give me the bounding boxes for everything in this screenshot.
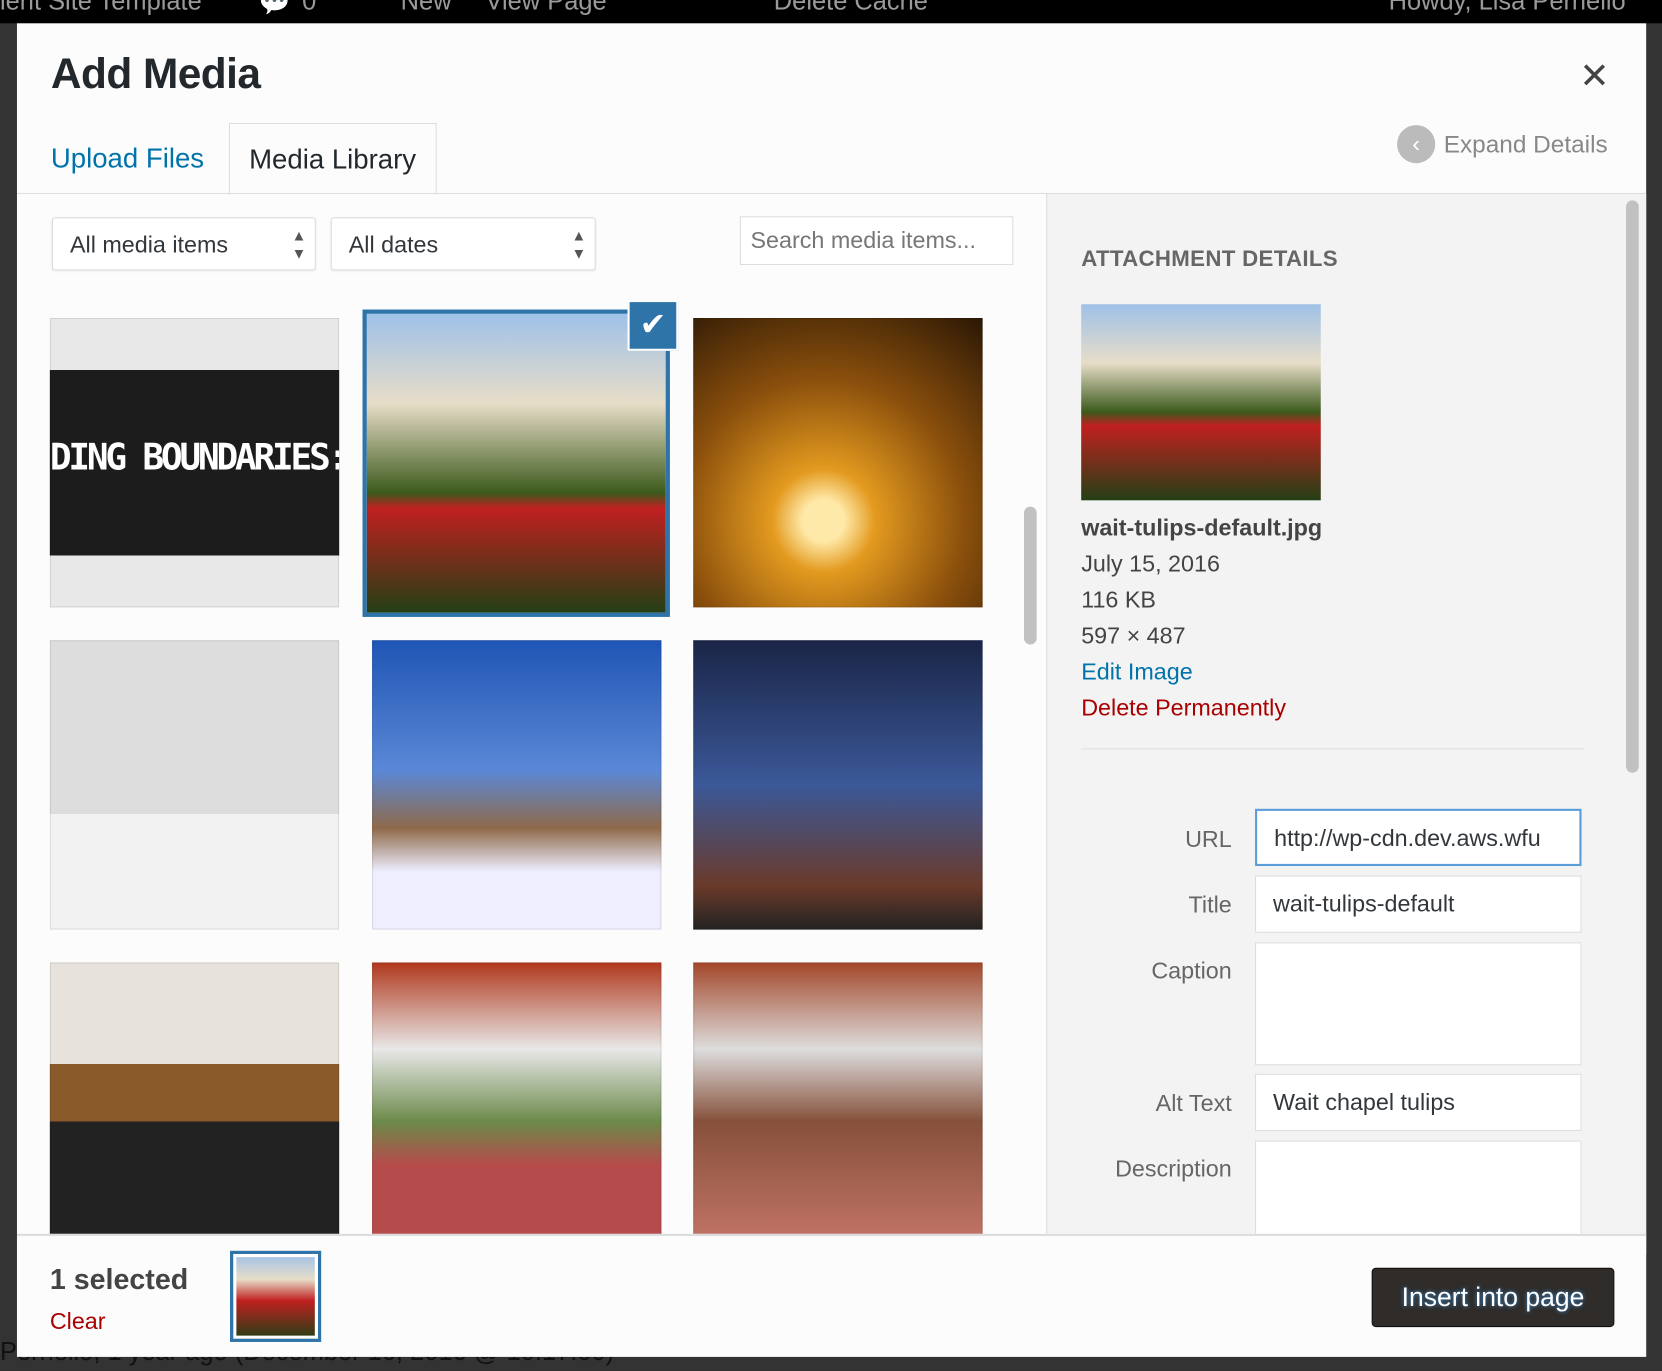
details-scrollbar-thumb[interactable]: [1626, 200, 1639, 773]
attachment-date: July 15, 2016: [1081, 550, 1220, 577]
media-item-chapel-snow[interactable]: [49, 640, 340, 930]
grid-scrollbar-thumb[interactable]: [1023, 506, 1037, 645]
expand-details-button[interactable]: ‹ Expand Details: [1397, 125, 1608, 164]
grid-scrollbar[interactable]: [1015, 295, 1045, 1249]
media-toolbar: 1 selected Clear Insert into page: [16, 1233, 1647, 1357]
edit-image-link[interactable]: Edit Image: [1081, 658, 1192, 686]
close-icon[interactable]: ✕: [1579, 55, 1609, 97]
banner-artwork: DING BOUNDARIES:: [49, 436, 340, 480]
modal-title: Add Media: [50, 50, 261, 98]
search-input[interactable]: Search media items...: [739, 216, 1014, 265]
date-select[interactable]: All dates ▲ ▼: [330, 217, 596, 271]
insert-into-page-button[interactable]: Insert into page: [1371, 1267, 1615, 1328]
media-item-chapel-interior[interactable]: [49, 962, 340, 1252]
alt-text-field[interactable]: Wait chapel tulips: [1255, 1073, 1582, 1132]
media-type-value: All media items: [69, 231, 229, 258]
delete-permanently-link[interactable]: Delete Permanently: [1081, 694, 1286, 722]
media-type-select[interactable]: All media items ▲ ▼: [51, 217, 316, 271]
tab-media-library[interactable]: Media Library: [228, 122, 437, 196]
description-label: Description: [1115, 1155, 1232, 1182]
attachment-dimensions: 597 × 487: [1081, 622, 1186, 649]
admin-view-page-link[interactable]: View Page: [485, 0, 606, 17]
media-item-autumn-quad[interactable]: [372, 962, 662, 1252]
comments-count[interactable]: 0: [302, 0, 316, 17]
attachment-size: 116 KB: [1081, 586, 1156, 613]
date-value: All dates: [348, 231, 439, 258]
title-label: Title: [1188, 891, 1232, 918]
divider: [1081, 748, 1585, 750]
media-item-autumn-path[interactable]: [693, 962, 983, 1252]
chevron-left-icon: ‹: [1397, 125, 1436, 164]
alt-text-label: Alt Text: [1155, 1089, 1232, 1117]
media-item-sunset[interactable]: [693, 317, 983, 608]
title-field[interactable]: wait-tulips-default: [1255, 875, 1582, 933]
expand-details-label: Expand Details: [1443, 129, 1608, 158]
attachment-filename: wait-tulips-default.jpg: [1081, 514, 1323, 541]
details-scrollbar[interactable]: [1622, 194, 1643, 1254]
media-item-tower-winter[interactable]: [372, 640, 662, 930]
admin-bar: ient Site Template 💬 0 New View Page Del…: [0, 0, 1662, 24]
add-media-modal: Add Media ✕ Upload Files Media Library ‹…: [16, 23, 1647, 1357]
tab-upload-files[interactable]: Upload Files: [32, 123, 223, 193]
select-arrows-icon: ▲ ▼: [291, 226, 307, 262]
selected-thumbnail[interactable]: [230, 1250, 322, 1342]
admin-new-link[interactable]: New: [401, 0, 452, 17]
url-field[interactable]: http://wp-cdn.dev.aws.wfu: [1255, 808, 1582, 867]
attachment-details-heading: ATTACHMENT DETAILS: [1081, 246, 1338, 272]
media-item-banner[interactable]: DING BOUNDARIES:: [49, 317, 340, 608]
selection-count: 1 selected: [49, 1263, 189, 1296]
caption-field[interactable]: [1255, 942, 1582, 1066]
attachment-preview: [1081, 304, 1321, 501]
comment-icon[interactable]: 💬: [259, 0, 291, 18]
select-arrows-icon: ▲ ▼: [571, 226, 587, 262]
admin-site-link[interactable]: ient Site Template: [0, 0, 202, 17]
url-label: URL: [1185, 825, 1232, 853]
media-item-tower-dusk[interactable]: [693, 640, 983, 930]
admin-delete-cache-link[interactable]: Delete Cache: [774, 0, 928, 17]
media-item-tulips-selected[interactable]: [362, 309, 670, 617]
checkmark-icon[interactable]: ✔: [627, 299, 679, 351]
caption-label: Caption: [1151, 957, 1232, 984]
clear-selection-link[interactable]: Clear: [50, 1308, 106, 1336]
admin-howdy[interactable]: Howdy, Lisa Perriello: [1389, 0, 1626, 17]
attachment-details-panel: ATTACHMENT DETAILS wait-tulips-default.j…: [1046, 193, 1647, 1264]
